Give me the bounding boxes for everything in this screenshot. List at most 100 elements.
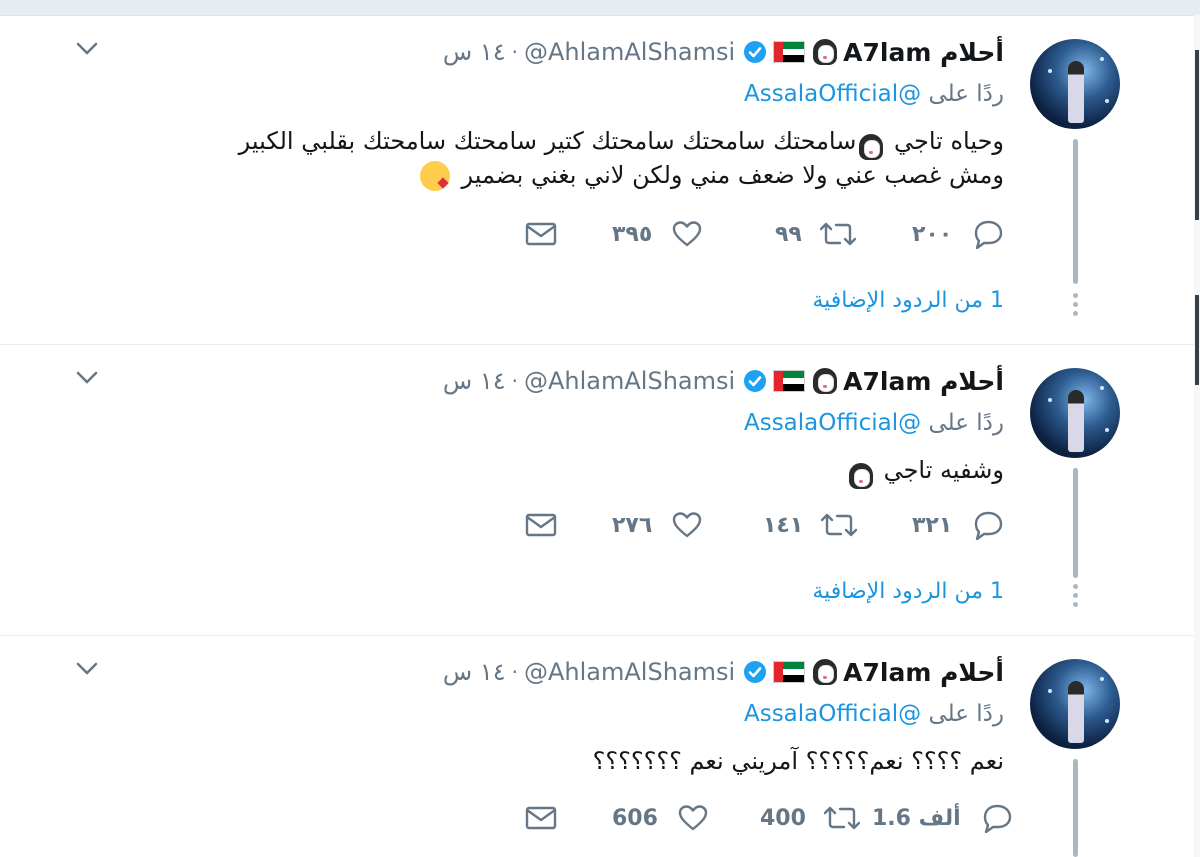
girl-emoji-icon [848,458,873,489]
scrollbar-dark-segment [1195,50,1199,220]
like-count: ٣٩٥ [612,221,653,247]
replying-to: ردًا على @AssalaOfficial [744,701,1004,727]
tweet[interactable]: ١٤ س · @AhlamAlShamsi A7lam أحلام ردًا ع… [0,636,1194,857]
avatar[interactable] [1030,659,1120,749]
girl-emoji-icon [813,39,838,65]
display-name[interactable]: A7lam أحلام [843,367,1004,396]
replying-to: ردًا على @AssalaOfficial [744,81,1004,107]
retweet-button[interactable]: ١٤١ [763,505,858,545]
reply-button[interactable]: 1.6 ألف [872,798,1013,838]
dm-button[interactable] [525,214,557,254]
reply-count: ٣٢١ [912,512,953,538]
chevron-down-icon[interactable] [76,371,98,385]
top-bar [0,0,1200,16]
user-handle[interactable]: @AhlamAlShamsi [524,367,735,395]
retweet-button[interactable]: ٩٩ [775,214,856,254]
tweet[interactable]: ١٤ س · @AhlamAlShamsi A7lam أحلام ردًا ع… [0,16,1194,345]
like-button[interactable]: ٢٧٦ [612,505,702,545]
uae-flag-icon [773,370,806,392]
envelope-icon [525,513,557,537]
reply-button[interactable]: ٣٢١ [912,505,1004,545]
replying-to-link[interactable]: @AssalaOfficial [744,81,921,107]
girl-emoji-icon [813,368,838,394]
scrollbar-dark-segment [1195,295,1199,385]
avatar-sparkle [1105,428,1109,432]
reply-icon [983,804,1011,833]
text-segment: وحياه تاجي [893,127,1004,155]
replying-to-link[interactable]: @AssalaOfficial [744,701,921,727]
retweet-button[interactable]: 400 [760,798,860,838]
retweet-icon [819,222,856,246]
page-scrollbar[interactable] [1193,15,1200,857]
user-handle[interactable]: @AhlamAlShamsi [524,658,735,686]
text-segment: وشفيه تاجي [883,456,1004,484]
text-segment: ومش غصب عني ولا ضعف مني ولكن لاني بغني ب… [461,161,1004,189]
tweet-time[interactable]: ١٤ س [443,658,506,686]
avatar-sparkle [1100,57,1104,61]
tweet-text-line: ومش غصب عني ولا ضعف مني ولكن لاني بغني ب… [239,158,1004,192]
like-button[interactable]: ٣٩٥ [612,214,702,254]
separator-dot: · [511,369,518,393]
retweet-count: 400 [760,805,806,831]
reply-icon [975,511,1003,540]
girl-emoji-icon [859,129,884,160]
thread-dots [1073,584,1078,611]
display-name[interactable]: A7lam أحلام [843,38,1004,67]
retweet-icon [821,513,858,537]
reply-count: 1.6 ألف [872,805,961,831]
avatar-sparkle [1105,99,1109,103]
thread-dots [1073,293,1078,320]
verified-badge-icon [744,41,767,63]
retweet-icon [823,806,860,830]
girl-emoji-icon [813,659,838,685]
reply-button[interactable]: ٢٠٠ [912,214,1004,254]
replying-prefix: ردًا على [928,410,1004,436]
dm-button[interactable] [525,798,557,838]
tweet-actions: 606 400 1.6 ألف [520,798,1015,838]
more-replies-link[interactable]: 1 من الردود الإضافية [812,288,1004,313]
avatar-sparkle [1105,719,1109,723]
chevron-down-icon[interactable] [76,662,98,676]
retweet-count: ٩٩ [775,221,802,247]
more-replies-link[interactable]: 1 من الردود الإضافية [812,579,1004,604]
avatar-figure [1068,390,1084,452]
tweet[interactable]: ١٤ س · @AhlamAlShamsi A7lam أحلام ردًا ع… [0,345,1194,636]
reply-icon [975,220,1003,249]
thread-line [1073,139,1078,284]
chevron-down-icon[interactable] [76,42,98,56]
text-segment: سامحتك سامحتك سامحتك كتير سامحتك سامحتك … [238,127,857,155]
text-segment: نعم ؟؟؟؟ نعم؟؟؟؟؟ آمريني نعم ؟؟؟؟؟؟؟ [592,747,1004,775]
verified-badge-icon [744,661,767,683]
retweet-count: ١٤١ [763,512,804,538]
avatar-sparkle [1100,386,1104,390]
tweet-header: ١٤ س · @AhlamAlShamsi A7lam أحلام [443,654,1004,690]
tweet-text-line: وحياه تاجي سامحتك سامحتك سامحتك كتير سام… [238,124,1004,160]
avatar-sparkle [1100,677,1104,681]
replying-to-link[interactable]: @AssalaOfficial [744,410,921,436]
avatar[interactable] [1030,368,1120,458]
reply-count: ٢٠٠ [912,221,953,247]
heart-icon [673,512,702,538]
avatar[interactable] [1030,39,1120,129]
like-count: 606 [612,805,658,831]
avatar-figure [1068,681,1084,743]
uae-flag-icon [773,661,806,683]
tweet-text: نعم ؟؟؟؟ نعم؟؟؟؟؟ آمريني نعم ؟؟؟؟؟؟؟ [593,744,1004,778]
heart-icon [678,805,708,831]
user-handle[interactable]: @AhlamAlShamsi [524,38,735,66]
tweet-actions: ٢٧٦ ١٤١ ٣٢١ [520,505,1015,545]
heart-icon [673,221,702,247]
avatar-sparkle [1048,398,1052,402]
avatar-figure [1068,61,1084,123]
avatar-sparkle [1048,689,1052,693]
thread-line [1073,759,1078,857]
envelope-icon [525,222,557,246]
display-name[interactable]: A7lam أحلام [843,658,1004,687]
tweet-time[interactable]: ١٤ س [443,38,506,66]
verified-badge-icon [744,370,767,392]
tweet-time[interactable]: ١٤ س [443,367,506,395]
like-button[interactable]: 606 [612,798,708,838]
replying-prefix: ردًا على [928,701,1004,727]
separator-dot: · [511,660,518,684]
dm-button[interactable] [525,505,557,545]
